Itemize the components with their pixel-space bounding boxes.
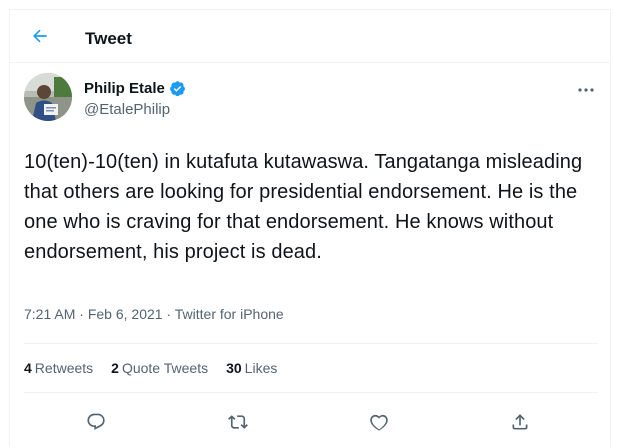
more-horizontal-icon — [578, 88, 594, 92]
arrow-left-icon — [33, 29, 47, 43]
tweet-date: Feb 6, 2021 — [87, 306, 163, 322]
quote-tweets-count: 2 — [111, 360, 119, 376]
tweet-source[interactable]: Twitter for iPhone — [175, 306, 284, 322]
likes-stat[interactable]: 30 Likes — [226, 359, 277, 377]
author-name-row[interactable]: Philip Etale — [84, 79, 186, 98]
retweets-stat[interactable]: 4 Retweets — [24, 359, 93, 377]
page-title: Tweet — [85, 29, 132, 48]
tweet-column: Tweet Philip Etale @EtalePhilip 10(ten)-… — [9, 9, 611, 447]
author-handle[interactable]: @EtalePhilip — [84, 100, 170, 119]
share-button[interactable] — [509, 411, 531, 433]
heart-icon — [370, 414, 388, 431]
avatar[interactable] — [24, 73, 72, 121]
header: Tweet — [10, 10, 610, 63]
quote-tweets-stat[interactable]: 2 Quote Tweets — [111, 359, 208, 377]
avatar-image — [24, 73, 72, 121]
tweet-time-text: 7:21 AM — [24, 306, 76, 322]
retweet-icon — [228, 415, 248, 429]
separator: · — [79, 306, 84, 322]
like-button[interactable] — [368, 411, 390, 433]
tweet-text: 10(ten)-10(ten) in kutafuta kutawaswa. T… — [24, 151, 583, 263]
tweet-time[interactable]: 7:21 AM · Feb 6, 2021 — [24, 306, 163, 322]
author-name[interactable]: Philip Etale — [84, 79, 165, 98]
reply-button[interactable] — [85, 411, 107, 433]
retweets-count: 4 — [24, 360, 32, 376]
page: Tweet Philip Etale @EtalePhilip 10(ten)-… — [0, 0, 624, 447]
quote-tweets-label: Quote Tweets — [121, 360, 209, 376]
more-button[interactable] — [576, 82, 596, 98]
tweet-meta: 7:21 AM · Feb 6, 2021 · Twitter for iPho… — [24, 305, 284, 323]
tweet-stats: 4 Retweets 2 Quote Tweets 30 Likes — [24, 343, 598, 393]
reply-icon — [87, 413, 105, 430]
retweets-label: Retweets — [34, 360, 94, 376]
back-button[interactable] — [28, 24, 52, 48]
verified-badge-icon — [169, 81, 185, 97]
likes-label: Likes — [244, 360, 278, 376]
share-icon — [512, 414, 528, 430]
separator: · — [166, 306, 172, 322]
likes-count: 30 — [226, 360, 242, 376]
retweet-button[interactable] — [227, 411, 249, 433]
tweet-actions — [24, 394, 598, 448]
